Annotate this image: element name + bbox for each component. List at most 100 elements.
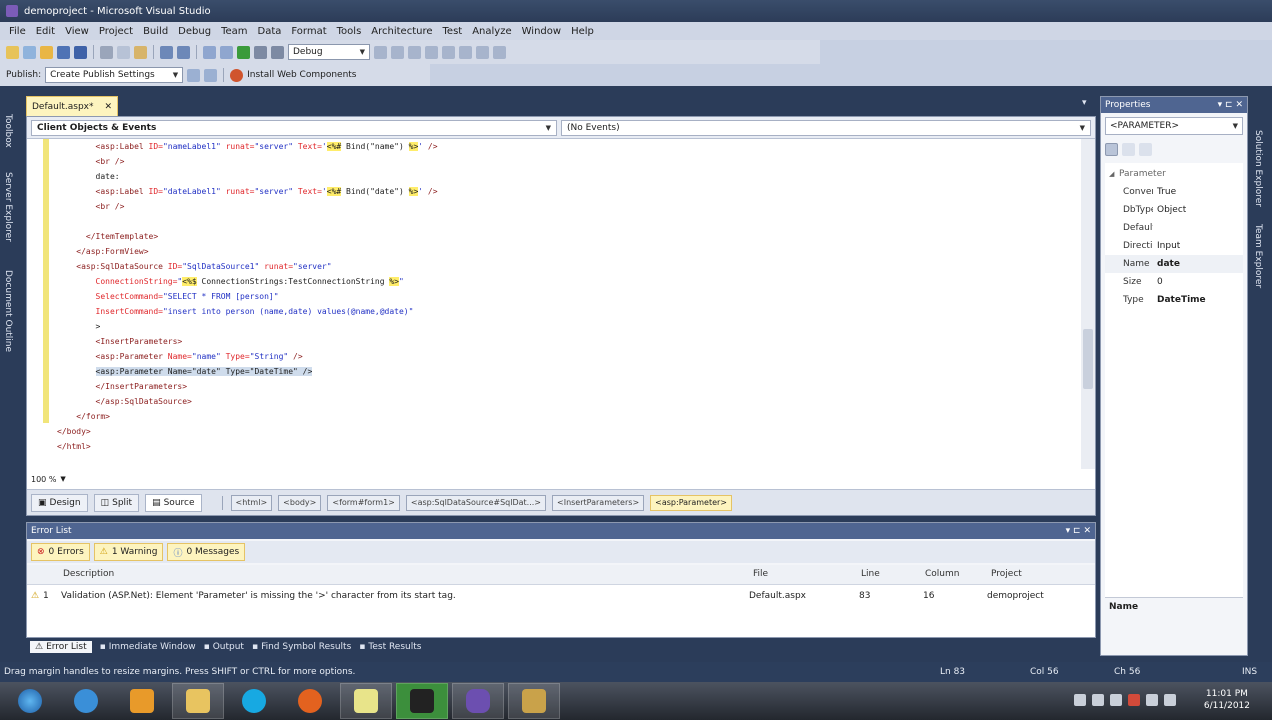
- client-objects-select[interactable]: Client Objects & Events ▼: [31, 119, 557, 136]
- close-icon[interactable]: ✕: [104, 102, 112, 112]
- collapse-icon[interactable]: ◢: [1105, 170, 1119, 178]
- taskbar-media-player[interactable]: [116, 683, 168, 719]
- undo-icon[interactable]: [160, 45, 173, 59]
- events-select[interactable]: (No Events) ▼: [561, 119, 1091, 136]
- table-row[interactable]: ⚠ 1 Validation (ASP.Net): Element 'Param…: [27, 587, 1095, 605]
- taskbar-firefox[interactable]: [284, 683, 336, 719]
- save-all-icon[interactable]: [74, 45, 87, 59]
- code-line[interactable]: <asp:Label ID="dateLabel1" runat="server…: [57, 184, 438, 199]
- document-outline-tab[interactable]: Document Outline: [3, 270, 13, 352]
- source-view-button[interactable]: ▤ Source: [145, 493, 202, 512]
- code-line[interactable]: <asp:Label ID="nameLabel1" runat="server…: [57, 139, 438, 154]
- solution-explorer-icon[interactable]: [391, 45, 404, 59]
- web-platform-icon[interactable]: [230, 68, 244, 82]
- menu-view[interactable]: View: [60, 26, 94, 37]
- split-view-button[interactable]: ◫ Split: [93, 493, 140, 512]
- property-category[interactable]: ◢ Parameter: [1105, 165, 1243, 183]
- code-line[interactable]: <asp:SqlDataSource ID="SqlDataSource1" r…: [57, 259, 331, 274]
- install-web-components-button[interactable]: Install Web Components: [247, 70, 356, 80]
- breadcrumb-html[interactable]: <html>: [230, 494, 273, 511]
- menu-team[interactable]: Team: [216, 26, 252, 37]
- network-icon[interactable]: [1092, 694, 1104, 706]
- code-line[interactable]: <InsertParameters>: [57, 334, 183, 349]
- paste-icon[interactable]: [134, 45, 147, 59]
- property-row[interactable]: DirectionInput: [1105, 237, 1243, 255]
- redo-icon[interactable]: [177, 45, 190, 59]
- zoom-level[interactable]: 100 %: [31, 475, 56, 484]
- source-code[interactable]: <asp:Label ID="nameLabel1" runat="server…: [57, 139, 1077, 469]
- show-hidden-icons-icon[interactable]: [1074, 694, 1086, 706]
- menu-window[interactable]: Window: [517, 26, 566, 37]
- save-icon[interactable]: [57, 45, 70, 59]
- security-icon[interactable]: [1128, 694, 1140, 706]
- object-select[interactable]: <PARAMETER> ▼: [1105, 117, 1243, 135]
- team-explorer-tab[interactable]: Team Explorer: [1253, 224, 1263, 288]
- code-line[interactable]: <br />: [57, 154, 125, 169]
- document-tab-default-aspx[interactable]: Default.aspx* ✕: [26, 96, 118, 116]
- taskbar-visual-studio[interactable]: [452, 683, 504, 719]
- column-file[interactable]: File: [753, 569, 768, 579]
- open-file-icon[interactable]: [40, 45, 53, 59]
- errors-filter-button[interactable]: ⊗ 0 Errors: [31, 543, 90, 561]
- code-line[interactable]: </asp:SqlDataSource>: [57, 394, 192, 409]
- code-line[interactable]: <br />: [57, 199, 125, 214]
- column-description[interactable]: Description: [63, 569, 114, 579]
- breadcrumb-parameter[interactable]: <asp:Parameter>: [650, 494, 733, 511]
- menu-format[interactable]: Format: [286, 26, 331, 37]
- tab-find-symbol-results[interactable]: ▪ Find Symbol Results: [252, 642, 351, 652]
- alphabetical-icon[interactable]: [1122, 142, 1135, 156]
- property-value[interactable]: Input: [1153, 241, 1180, 251]
- server-explorer-tab[interactable]: Server Explorer: [3, 172, 13, 242]
- tab-immediate-window[interactable]: ▪ Immediate Window: [100, 642, 196, 652]
- breadcrumb-sqldatasource[interactable]: <asp:SqlDataSource#SqlDat...>: [405, 494, 546, 511]
- property-row[interactable]: Type DateTime: [1105, 291, 1243, 309]
- vertical-scrollbar[interactable]: [1081, 139, 1095, 469]
- flag-icon[interactable]: [1110, 694, 1122, 706]
- code-line[interactable]: date:: [57, 169, 120, 184]
- property-row[interactable]: Size 0: [1105, 273, 1243, 291]
- taskbar-sticky-notes[interactable]: [340, 683, 392, 719]
- code-line[interactable]: >: [57, 319, 101, 334]
- property-pages-icon[interactable]: [1139, 142, 1152, 156]
- code-line[interactable]: SelectCommand="SELECT * FROM [person]": [57, 289, 279, 304]
- menu-architecture[interactable]: Architecture: [366, 26, 437, 37]
- new-project-icon[interactable]: [6, 45, 19, 59]
- tab-output[interactable]: ▪ Output: [204, 642, 244, 652]
- display-icon[interactable]: [1146, 694, 1158, 706]
- pause-icon[interactable]: [254, 45, 267, 59]
- property-value[interactable]: Object: [1153, 205, 1186, 215]
- code-line[interactable]: </body>: [57, 424, 91, 439]
- code-line[interactable]: </form>: [57, 409, 110, 424]
- menu-data[interactable]: Data: [253, 26, 287, 37]
- publish-settings-select[interactable]: Create Publish Settings ▼: [45, 67, 184, 83]
- property-row[interactable]: ConvertETrue: [1105, 183, 1243, 201]
- taskbar-ie[interactable]: [60, 683, 112, 719]
- code-line[interactable]: <asp:Parameter Name="date" Type="DateTim…: [57, 364, 313, 379]
- command-window-icon[interactable]: [493, 45, 506, 59]
- code-line[interactable]: </InsertParameters>: [57, 379, 188, 394]
- clock[interactable]: 11:01 PM 6/11/2012: [1204, 688, 1250, 712]
- cut-icon[interactable]: [100, 45, 113, 59]
- categorized-icon[interactable]: [1105, 142, 1118, 156]
- taskbar-skype[interactable]: [228, 683, 280, 719]
- chevron-down-icon[interactable]: ▼: [60, 475, 65, 483]
- column-column[interactable]: Column: [925, 569, 959, 579]
- find-icon[interactable]: [374, 45, 387, 59]
- code-line[interactable]: ConnectionString= " <%$ ConnectionStrings:…: [57, 274, 404, 289]
- add-item-icon[interactable]: [23, 45, 36, 59]
- property-value[interactable]: date: [1153, 259, 1180, 269]
- menu-help[interactable]: Help: [566, 26, 599, 37]
- taskbar-camtasia[interactable]: [396, 683, 448, 719]
- start-button[interactable]: [4, 683, 56, 719]
- pin-icon[interactable]: ▾ ⊏ ✕: [1066, 526, 1091, 536]
- navigate-back-icon[interactable]: [203, 45, 216, 59]
- breadcrumb-form[interactable]: <form#form1>: [327, 494, 400, 511]
- property-row[interactable]: DbType Object: [1105, 201, 1243, 219]
- design-view-button[interactable]: ▣ Design: [31, 493, 88, 512]
- breadcrumb-body[interactable]: <body>: [278, 494, 322, 511]
- tab-test-results[interactable]: ▪ Test Results: [359, 642, 421, 652]
- code-line[interactable]: </html>: [57, 439, 91, 454]
- column-line[interactable]: Line: [861, 569, 880, 579]
- code-line[interactable]: </ItemTemplate>: [57, 229, 158, 244]
- publish-web-icon[interactable]: [187, 68, 201, 82]
